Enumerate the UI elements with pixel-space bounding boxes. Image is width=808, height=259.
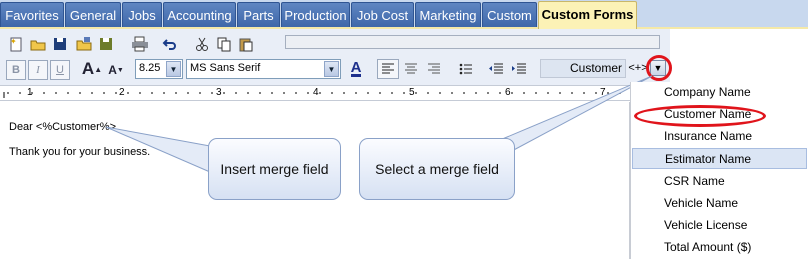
shrink-font-icon[interactable]: A ▼ (106, 60, 126, 80)
save-disk-icon[interactable] (50, 34, 70, 54)
align-left-icon[interactable] (377, 59, 399, 79)
font-size-value: 8.25 (139, 62, 161, 74)
open-template-icon[interactable] (74, 34, 94, 54)
insert-merge-field-button[interactable]: <+> (628, 59, 648, 78)
list-item[interactable]: Total Amount ($) (632, 237, 807, 258)
tab-accounting[interactable]: Accounting (163, 2, 236, 27)
merge-field-select[interactable]: Customer (540, 59, 626, 78)
select-merge-field-callout: Select a merge field (359, 138, 515, 200)
ruler-number: 5 (409, 87, 415, 98)
align-center-icon[interactable] (400, 59, 422, 79)
ruler-number: 4 (313, 87, 319, 98)
body-line[interactable]: Thank you for your business. (9, 146, 150, 158)
ruler-number: 6 (505, 87, 511, 98)
tab-parts[interactable]: Parts (237, 2, 280, 27)
list-item[interactable]: Vehicle License (632, 215, 807, 236)
chevron-down-icon[interactable]: ▼ (166, 61, 181, 77)
ruler-number: 3 (216, 87, 222, 98)
print-icon[interactable] (130, 34, 150, 54)
svg-text:✦: ✦ (10, 37, 17, 46)
greeting-line[interactable]: Dear <%Customer%> (9, 121, 116, 133)
customer-name-highlight-oval (634, 105, 766, 127)
increase-indent-icon[interactable] (508, 59, 530, 79)
tab-favorites[interactable]: Favorites (0, 2, 64, 27)
ruler-number: 7 (600, 87, 606, 98)
tab-custom-forms[interactable]: Custom Forms (538, 1, 637, 29)
italic-button[interactable]: I (28, 60, 48, 80)
list-item[interactable]: Vehicle Name (632, 193, 807, 214)
undo-icon[interactable] (160, 34, 180, 54)
list-item[interactable]: Insurance Name (632, 126, 807, 147)
font-color-icon[interactable]: A (346, 59, 366, 79)
decrease-indent-icon[interactable] (485, 59, 507, 79)
cut-icon[interactable] (192, 34, 212, 54)
font-name-value: MS Sans Serif (190, 62, 261, 74)
tab-general[interactable]: General (65, 2, 121, 27)
list-item[interactable]: Estimator Name (632, 148, 807, 169)
chevron-down-icon[interactable]: ▼ (324, 61, 339, 77)
toolbar-field[interactable] (285, 35, 660, 49)
callout-text: Insert merge field (220, 161, 329, 177)
new-document-icon[interactable]: ✦ (6, 34, 26, 54)
ruler-number: 1 (27, 87, 33, 98)
tab-production[interactable]: Production (281, 2, 350, 27)
ruler: 1 2 3 4 5 6 7 (0, 85, 630, 101)
font-size-select[interactable]: 8.25 ▼ (135, 59, 183, 79)
callout-text: Select a merge field (375, 161, 499, 177)
insert-merge-field-callout: Insert merge field (208, 138, 341, 200)
bold-button[interactable]: B (6, 60, 26, 80)
align-right-icon[interactable] (423, 59, 445, 79)
tab-marketing[interactable]: Marketing (415, 2, 481, 27)
save-as-icon[interactable] (96, 34, 116, 54)
module-tab-bar: Favorites General Jobs Accounting Parts … (0, 0, 808, 29)
editor-toolbar: ✦ B I U A▲ A▼ 8.25 ▼ MS Sans Serif ▼ A (0, 29, 672, 85)
tab-custom[interactable]: Custom (482, 2, 537, 27)
ruler-number: 2 (119, 87, 125, 98)
tab-jobs[interactable]: Jobs (122, 2, 162, 27)
tab-job-cost[interactable]: Job Cost (351, 2, 414, 27)
grow-font-icon[interactable]: A ▲ (82, 59, 102, 79)
list-item[interactable]: CSR Name (632, 171, 807, 192)
font-name-select[interactable]: MS Sans Serif ▼ (186, 59, 341, 79)
dropdown-highlight-circle (646, 55, 672, 81)
copy-icon[interactable] (214, 34, 234, 54)
list-item[interactable]: Company Name (632, 82, 807, 103)
underline-button[interactable]: U (50, 60, 70, 80)
bullet-list-icon[interactable] (455, 59, 477, 79)
open-folder-icon[interactable] (28, 34, 48, 54)
paste-icon[interactable] (236, 34, 256, 54)
